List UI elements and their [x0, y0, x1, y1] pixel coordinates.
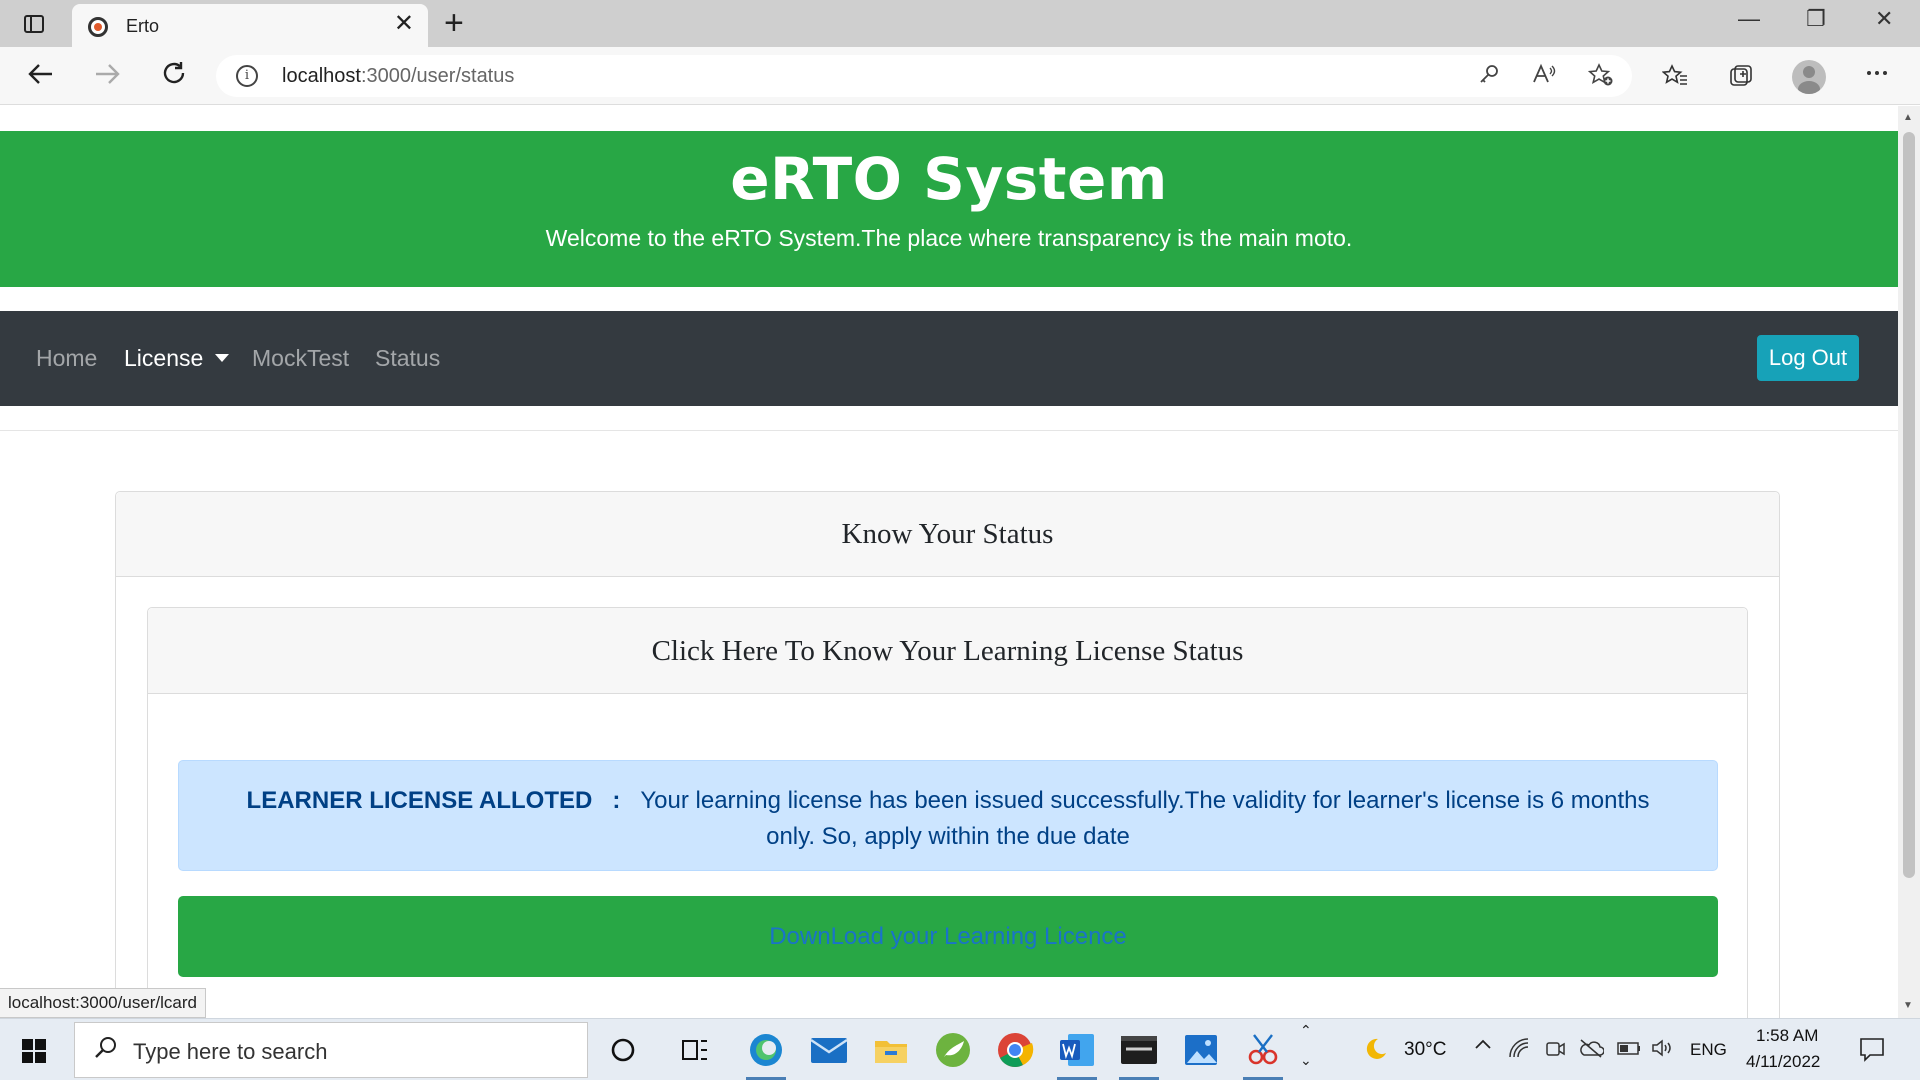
alert-heading: LEARNER LICENSE ALLOTED [246, 787, 593, 814]
status-card-title: Know Your Status [116, 492, 1779, 577]
page-viewport: eRTO System Welcome to the eRTO System.T… [0, 106, 1898, 1018]
favorites-icon[interactable] [1661, 64, 1688, 93]
browser-tab-erto[interactable]: Erto ✕ [72, 4, 428, 47]
address-url[interactable]: localhost:3000/user/status [282, 65, 514, 88]
learning-license-card-title[interactable]: Click Here To Know Your Learning License… [148, 608, 1747, 694]
weather-temperature[interactable]: 30°C [1404, 1039, 1446, 1061]
taskbar-scroll-down-icon[interactable]: ⌄ [1300, 1053, 1312, 1067]
windows-taskbar: Type here to search ⌃ ⌄ 30°C ENG 1:58 AM… [0, 1018, 1920, 1080]
minimize-icon[interactable]: — [1738, 8, 1760, 30]
network-icon[interactable] [1508, 1037, 1530, 1063]
nav-link-mocktest[interactable]: MockTest [252, 345, 349, 372]
site-title: eRTO System [730, 145, 1168, 213]
forward-arrow-icon[interactable] [92, 59, 122, 95]
weather-moon-icon[interactable] [1362, 1036, 1388, 1066]
site-favicon-icon [88, 17, 108, 37]
scroll-down-arrow-icon[interactable]: ▼ [1903, 1000, 1913, 1011]
notifications-icon[interactable] [1858, 1035, 1886, 1067]
mail-icon[interactable] [808, 1029, 850, 1071]
alert-message: Your learning license has been issued su… [640, 787, 1650, 850]
dropdown-caret-icon [215, 353, 230, 362]
battery-icon[interactable] [1616, 1037, 1642, 1063]
tab-actions-icon[interactable] [16, 10, 52, 38]
nav-link-status[interactable]: Status [375, 345, 440, 372]
url-path: :3000/user/status [360, 65, 515, 87]
url-host: localhost [282, 65, 361, 87]
back-arrow-icon[interactable] [26, 59, 56, 95]
status-card: Know Your Status Click Here To Know Your… [115, 491, 1780, 1018]
edge-browser-icon[interactable] [745, 1029, 787, 1071]
snipping-tool-icon[interactable] [1242, 1029, 1284, 1071]
windows-start-icon[interactable] [22, 1039, 46, 1063]
reload-icon[interactable] [160, 59, 188, 93]
link-status-bar: localhost:3000/user/lcard [0, 988, 207, 1018]
taskbar-scroll-up-icon[interactable]: ⌃ [1300, 1023, 1312, 1037]
volume-icon[interactable] [1650, 1037, 1674, 1063]
browser-toolbar: i localhost:3000/user/status [0, 47, 1920, 105]
input-language[interactable]: ENG [1690, 1040, 1727, 1060]
password-key-icon[interactable] [1478, 63, 1500, 89]
mysql-shell-icon[interactable] [1118, 1029, 1160, 1071]
maximize-icon[interactable]: ❐ [1806, 8, 1826, 30]
clock-date[interactable]: 4/11/2022 [1746, 1052, 1820, 1072]
chrome-icon[interactable] [994, 1029, 1036, 1071]
learning-license-card: Click Here To Know Your Learning License… [147, 607, 1748, 1018]
address-bar[interactable]: i localhost:3000/user/status [216, 55, 1632, 97]
taskbar-search-box[interactable]: Type here to search [74, 1022, 588, 1078]
more-options-icon[interactable] [1864, 61, 1890, 90]
main-navbar: Home License MockTest Status Log Out [0, 311, 1898, 406]
read-aloud-icon[interactable] [1532, 63, 1556, 89]
search-placeholder: Type here to search [133, 1039, 328, 1064]
new-tab-icon[interactable]: + [444, 6, 464, 40]
site-subtitle: Welcome to the eRTO System.The place whe… [545, 225, 1353, 251]
download-license-button[interactable]: DownLoad your Learning Licence [178, 896, 1718, 977]
collections-icon[interactable] [1728, 64, 1754, 93]
divider [0, 430, 1898, 431]
word-icon[interactable] [1056, 1029, 1098, 1071]
cortana-icon[interactable] [602, 1029, 644, 1071]
close-window-icon[interactable]: ✕ [1875, 8, 1893, 30]
photos-icon[interactable] [1180, 1029, 1222, 1071]
nav-license-label: License [124, 345, 204, 371]
close-tab-icon[interactable]: ✕ [394, 12, 414, 36]
site-header-banner: eRTO System Welcome to the eRTO System.T… [0, 131, 1898, 287]
scroll-up-arrow-icon[interactable]: ▲ [1903, 112, 1913, 123]
onedrive-icon[interactable] [1578, 1037, 1605, 1063]
search-icon [93, 1035, 119, 1065]
nav-link-home[interactable]: Home [36, 345, 97, 372]
browser-tab-strip: Erto ✕ + — ❐ ✕ [0, 0, 1920, 47]
page-scrollbar[interactable]: ▲ ▼ [1898, 106, 1920, 1018]
license-status-alert: LEARNER LICENSE ALLOTED : Your learning … [178, 760, 1718, 871]
meet-now-icon[interactable] [1544, 1037, 1566, 1063]
alert-separator: : [612, 787, 621, 814]
file-explorer-icon[interactable] [870, 1029, 912, 1071]
add-favorite-icon[interactable] [1587, 63, 1614, 91]
task-view-icon[interactable] [674, 1029, 716, 1071]
spring-tool-icon[interactable] [932, 1029, 974, 1071]
profile-avatar[interactable] [1792, 60, 1826, 94]
clock-time[interactable]: 1:58 AM [1756, 1026, 1818, 1046]
scroll-thumb[interactable] [1903, 132, 1915, 878]
nav-dropdown-license[interactable]: License [124, 345, 230, 372]
logout-button[interactable]: Log Out [1757, 335, 1859, 381]
site-info-icon[interactable]: i [236, 65, 258, 87]
tab-title: Erto [126, 16, 160, 36]
show-hidden-icons-icon[interactable] [1474, 1035, 1492, 1057]
